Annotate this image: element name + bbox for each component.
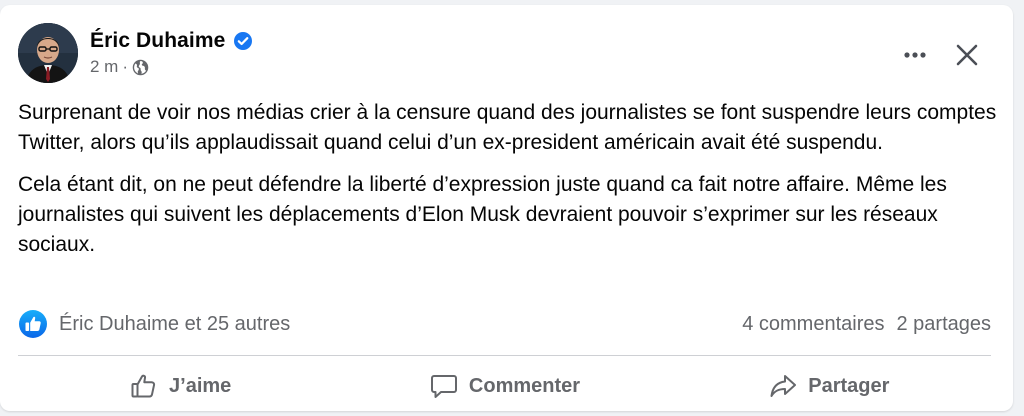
divider [18,355,991,356]
like-reaction-icon [18,309,48,339]
author-name[interactable]: Éric Duhaime [90,29,225,53]
post-paragraph-1: Surprenant de voir nos médias crier à la… [18,101,997,154]
post-meta: 2 m · [90,57,253,77]
more-options-icon [903,51,927,59]
thumbs-up-icon [129,371,159,401]
share-button-label: Partager [808,374,890,397]
post-stats: Éric Duhaime et 25 autres 4 commentaires… [18,307,991,341]
comment-button-label: Commenter [468,374,581,397]
reactions-summary[interactable]: Éric Duhaime et 25 autres [18,309,290,339]
reactions-text: Éric Duhaime et 25 autres [59,312,291,335]
share-arrow-icon [768,371,798,401]
share-button[interactable]: Partager [667,363,991,409]
post-text: Surprenant de voir nos médias crier à la… [18,98,998,272]
like-button-label: J’aime [169,374,232,397]
post-paragraph-2: Cela étant dit, on ne peut défendre la l… [18,173,947,256]
header-actions [899,39,983,71]
meta-separator: · [122,57,129,76]
post-actions: J’aime Commenter Partager [18,363,991,409]
verified-badge-icon [233,31,253,51]
post-header: Éric Duhaime 2 m · [18,23,253,83]
close-icon [955,43,979,67]
globe-icon[interactable] [132,59,149,76]
like-button[interactable]: J’aime [18,363,342,409]
post-timestamp[interactable]: 2 m [90,57,118,77]
shares-count[interactable]: 2 partages [896,313,991,336]
author-block: Éric Duhaime 2 m · [90,29,253,77]
post-card: Éric Duhaime 2 m · Surprenant de voir no… [0,5,1013,411]
comment-button[interactable]: Commenter [342,363,666,409]
author-row: Éric Duhaime [90,29,253,53]
avatar[interactable] [18,23,78,83]
engagement-counts: 4 commentaires 2 partages [742,313,991,336]
comment-bubble-icon [429,371,459,401]
close-button[interactable] [951,39,983,71]
more-options-button[interactable] [899,39,931,71]
comments-count[interactable]: 4 commentaires [742,313,884,336]
